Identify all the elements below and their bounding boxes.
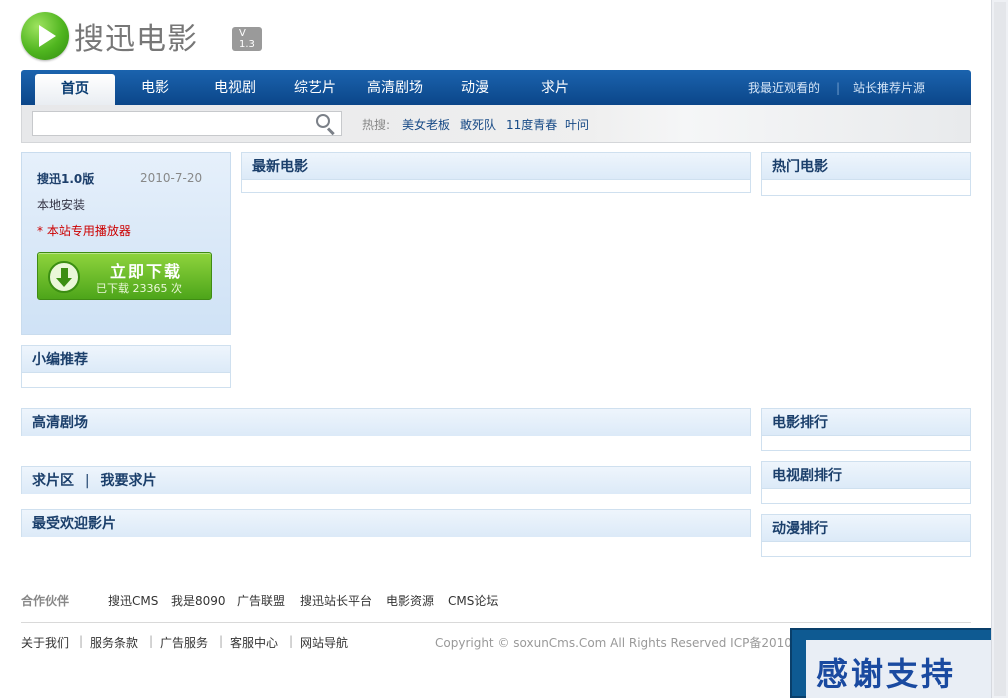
request-zone-title[interactable]: 求片区 (32, 473, 74, 489)
download-count: 已下载 23365 次 (96, 282, 182, 295)
webmaster-recommend-link[interactable]: 站长推荐片源 (853, 70, 925, 105)
play-logo-icon (21, 12, 69, 60)
hot-movies-title[interactable]: 热门电影 (762, 153, 970, 180)
tab-anime[interactable]: 动漫 (435, 70, 515, 105)
scrollbar-track[interactable] (994, 2, 1006, 696)
hot-search-label: 热搜: (362, 118, 391, 132)
partner-link[interactable]: 电影资源 (386, 592, 434, 609)
movie-rank-title[interactable]: 电影排行 (762, 409, 970, 436)
tab-variety[interactable]: 综艺片 (275, 70, 355, 105)
hot-search-item[interactable]: 美女老板 (402, 116, 450, 133)
tv-rank-title[interactable]: 电视剧排行 (762, 462, 970, 489)
editor-picks-title[interactable]: 小编推荐 (22, 346, 230, 373)
partner-link[interactable]: 我是8090 (171, 592, 226, 609)
tab-home[interactable]: 首页 (35, 74, 115, 105)
request-separator: | (84, 473, 90, 489)
main-nav: 首页 电影 电视剧 综艺片 高清剧场 动漫 求片 我最近观看的 | 站长推荐片源 (21, 70, 971, 105)
download-button-label: 立即下载 (110, 262, 183, 281)
footer-link-support[interactable]: 客服中心 (230, 634, 278, 651)
footer-separator: | (79, 634, 84, 648)
partner-link[interactable]: 搜迅站长平台 (300, 592, 372, 609)
thanks-text: 感谢支持 (816, 655, 957, 693)
footer-link-terms[interactable]: 服务条款 (90, 634, 138, 651)
player-version-title: 搜迅1.0版 (37, 172, 95, 186)
search-icon[interactable] (314, 113, 336, 136)
tab-tv-series[interactable]: 电视剧 (195, 70, 275, 105)
most-popular-box: 最受欢迎影片 (21, 509, 751, 537)
thanks-support-banner[interactable]: 感谢支持 (790, 628, 1008, 698)
footer-link-ads[interactable]: 广告服务 (160, 634, 208, 651)
version-badge: V 1.3 (232, 27, 262, 51)
release-date: 2010-7-20 (140, 171, 203, 185)
latest-movies-title[interactable]: 最新电影 (242, 153, 750, 180)
request-zone-box: 求片区 | 我要求片 (21, 466, 751, 494)
partner-link[interactable]: 搜迅CMS (108, 592, 158, 609)
logo-text: 搜迅电影 (74, 22, 198, 57)
anime-rank-box: 动漫排行 (761, 514, 971, 557)
vertical-scrollbar[interactable] (991, 0, 1008, 698)
nav-separator: | (836, 81, 841, 95)
tv-rank-box: 电视剧排行 (761, 461, 971, 504)
tab-hd-theater[interactable]: 高清剧场 (355, 70, 435, 105)
search-bar: 热搜: 美女老板 敢死队 11度青春 叶问 (21, 105, 971, 143)
hd-theater-title[interactable]: 高清剧场 (22, 409, 750, 436)
search-input[interactable] (32, 111, 342, 136)
footer-link-about[interactable]: 关于我们 (21, 634, 69, 651)
copyright-text: Copyright © soxunCms.Com All Rights Rese… (435, 636, 791, 650)
footer-separator: | (149, 634, 154, 648)
anime-rank-title[interactable]: 动漫排行 (762, 515, 970, 542)
request-zone-header: 求片区 | 我要求片 (22, 467, 750, 494)
editor-picks-box: 小编推荐 (21, 345, 231, 388)
partner-link[interactable]: CMS论坛 (448, 592, 498, 609)
hot-movies-box: 热门电影 (761, 152, 971, 196)
tab-request[interactable]: 求片 (515, 70, 595, 105)
footer-divider (21, 622, 971, 623)
hot-search-item[interactable]: 叶问 (565, 116, 589, 133)
thanks-banner-inner: 感谢支持 (806, 640, 1006, 698)
hot-search-item[interactable]: 敢死队 (460, 116, 496, 133)
hd-theater-box: 高清剧场 (21, 408, 751, 436)
partner-link[interactable]: 广告联盟 (237, 592, 285, 609)
footer-separator: | (219, 634, 224, 648)
hot-search-item[interactable]: 11度青春 (506, 116, 557, 133)
download-now-button[interactable]: 立即下载 已下载 23365 次 (37, 252, 212, 300)
player-note: * 本站专用播放器 (37, 224, 131, 238)
player-download-panel: 搜迅1.0版 2010-7-20 本地安装 * 本站专用播放器 立即下载 已下载… (21, 152, 231, 335)
request-movie-link[interactable]: 我要求片 (100, 473, 156, 489)
local-install-link[interactable]: 本地安装 (37, 196, 85, 213)
movie-rank-box: 电影排行 (761, 408, 971, 451)
partners-row: 合作伙伴 搜迅CMS 我是8090 广告联盟 搜迅站长平台 电影资源 CMS论坛 (21, 592, 971, 612)
latest-movies-box: 最新电影 (241, 152, 751, 193)
tab-movies[interactable]: 电影 (115, 70, 195, 105)
most-popular-title[interactable]: 最受欢迎影片 (22, 510, 750, 537)
partners-label: 合作伙伴 (21, 594, 70, 608)
download-arrow-icon (48, 261, 80, 293)
footer-link-sitemap[interactable]: 网站导航 (300, 634, 348, 651)
recently-watched-link[interactable]: 我最近观看的 (748, 70, 820, 105)
footer-separator: | (289, 634, 294, 648)
site-logo[interactable]: 搜迅电影 V 1.3 (21, 10, 262, 62)
